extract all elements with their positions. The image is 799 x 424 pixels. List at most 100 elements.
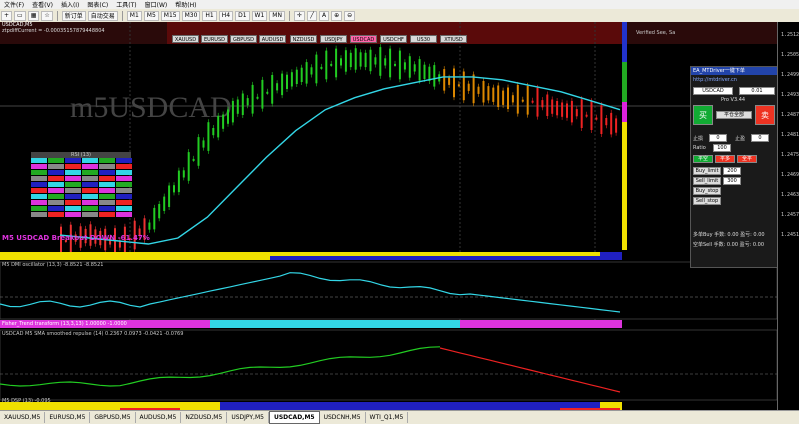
tf-m5[interactable]: M5 bbox=[143, 10, 159, 21]
buy-summary: 多单Buy 手数: 0.00 盈亏: 0.00 bbox=[693, 232, 765, 238]
tab-eurusd[interactable]: EURUSD,M5 bbox=[45, 412, 91, 423]
new-order-button[interactable]: 新订单 bbox=[61, 10, 86, 21]
fisher-cyan bbox=[210, 320, 460, 328]
crosshair-icon[interactable]: ✛ bbox=[293, 10, 305, 21]
tf-h1[interactable]: H1 bbox=[202, 10, 217, 21]
rsi-cell bbox=[82, 170, 98, 175]
chart-area[interactable]: m5USDCAD USDCAD,M5 ztpdiffCurrent = -0.0… bbox=[0, 22, 778, 410]
lot-field[interactable]: 0.01 bbox=[739, 87, 775, 95]
rsi-cell bbox=[31, 176, 47, 181]
rsi-cell bbox=[82, 206, 98, 211]
dmi-panel bbox=[0, 261, 777, 320]
menu-help[interactable]: 帮助(H) bbox=[171, 0, 200, 9]
symbol-button-xauusd[interactable]: XAUUSD bbox=[172, 35, 199, 43]
ratio-field[interactable]: 100 bbox=[713, 144, 731, 152]
sell-button[interactable]: 卖 bbox=[755, 105, 775, 125]
rsi-cell bbox=[48, 206, 64, 211]
menu-file[interactable]: 文件(F) bbox=[0, 0, 28, 9]
signal-bar-blue bbox=[622, 22, 627, 62]
rsi-cell bbox=[99, 212, 115, 217]
tab-gbpusd[interactable]: GBPUSD,M5 bbox=[90, 412, 136, 423]
rsi-table: RSI (13) bbox=[3, 152, 133, 242]
zoom-out-icon[interactable]: ⊖ bbox=[344, 10, 356, 21]
symbol-button-us30[interactable]: US30 bbox=[410, 35, 437, 43]
line-icon[interactable]: ╱ bbox=[307, 10, 317, 21]
close-all-button[interactable]: 平仓全部 bbox=[716, 111, 752, 119]
sl-field[interactable]: 0 bbox=[709, 134, 727, 142]
tf-mn[interactable]: MN bbox=[269, 10, 285, 21]
tf-h4[interactable]: H4 bbox=[218, 10, 234, 21]
signal-bar-green bbox=[622, 62, 627, 102]
symbol-button-eurusd[interactable]: EURUSD bbox=[201, 35, 228, 43]
rsi-cell bbox=[48, 170, 64, 175]
close-short-button[interactable]: 平空 bbox=[693, 155, 713, 163]
separator bbox=[121, 10, 123, 21]
rsi-cell bbox=[31, 212, 47, 217]
sell-stop-button[interactable]: Sell_stop bbox=[693, 197, 721, 205]
toolbar: + ▭ ▦ ☆ 新订单 自动交易 M1 M5 M15 M30 H1 H4 D1 … bbox=[0, 9, 799, 23]
sell-summary: 空单Sell 手数: 0.00 盈亏: 0.00 bbox=[693, 242, 765, 248]
tf-m30[interactable]: M30 bbox=[181, 10, 201, 21]
tp-field[interactable]: 0 bbox=[751, 134, 769, 142]
tab-usdcnh[interactable]: USDCNH,M5 bbox=[320, 412, 366, 423]
symbol-button-gbpusd[interactable]: GBPUSD bbox=[230, 35, 257, 43]
new-chart-icon[interactable]: + bbox=[1, 10, 13, 21]
tab-xauusd[interactable]: XAUUSD,M5 bbox=[0, 412, 46, 423]
symbol-button-nzdusd[interactable]: NZDUSD bbox=[290, 35, 317, 43]
sma-panel bbox=[0, 329, 777, 401]
buy-limit-field[interactable]: 200 bbox=[723, 167, 741, 175]
autotrade-button[interactable]: 自动交易 bbox=[87, 10, 118, 21]
rsi-cell bbox=[31, 182, 47, 187]
buy-stop-button[interactable]: Buy_stop bbox=[693, 187, 721, 195]
rsi-cell bbox=[116, 212, 132, 217]
menu-insert[interactable]: 插入(I) bbox=[57, 0, 83, 9]
ratio-label: Ratio bbox=[693, 145, 706, 151]
grid-icon[interactable]: ▦ bbox=[27, 10, 40, 21]
tab-usdcad[interactable]: USDCAD,M5 bbox=[268, 411, 320, 424]
rsi-cell bbox=[31, 194, 47, 199]
price-tick: 1.2487 bbox=[780, 112, 799, 118]
buy-limit-button[interactable]: Buy_limit bbox=[693, 167, 721, 175]
tab-nzdusd[interactable]: NZDUSD,M5 bbox=[181, 412, 228, 423]
chart-subtitle: ztpdiffCurrent = -0.00035157879448804 bbox=[2, 28, 105, 34]
rsi-cell bbox=[82, 212, 98, 217]
symbol-button-audusd[interactable]: AUDUSD bbox=[259, 35, 286, 43]
menu-window[interactable]: 窗口(W) bbox=[141, 0, 172, 9]
tab-audusd[interactable]: AUDUSD,M5 bbox=[136, 412, 182, 423]
tab-usdjpy[interactable]: USDJPY,M5 bbox=[227, 412, 269, 423]
panel-link[interactable]: http://mtdriver.cn bbox=[693, 77, 737, 83]
rsi-cell bbox=[116, 182, 132, 187]
rsi-cell bbox=[99, 164, 115, 169]
tf-m1[interactable]: M1 bbox=[126, 10, 142, 21]
rsi-cell bbox=[82, 164, 98, 169]
symbol-button-usdcad[interactable]: USDCAD bbox=[350, 35, 377, 43]
menu-tools[interactable]: 工具(T) bbox=[112, 0, 140, 9]
tab-wti[interactable]: WTI_Q1,M5 bbox=[366, 412, 409, 423]
star-icon[interactable]: ☆ bbox=[41, 10, 53, 21]
folder-icon[interactable]: ▭ bbox=[14, 10, 26, 21]
symbol-button-xtiusd[interactable]: XTIUSD bbox=[440, 35, 467, 43]
text-icon[interactable]: A bbox=[319, 10, 330, 21]
tf-w1[interactable]: W1 bbox=[251, 10, 268, 21]
menu-chart[interactable]: 图表(C) bbox=[83, 0, 112, 9]
trade-panel: EA_MTDriver一键下单 http://mtdriver.cn USDCA… bbox=[690, 66, 778, 268]
tf-d1[interactable]: D1 bbox=[235, 10, 250, 21]
rsi-cell bbox=[116, 194, 132, 199]
symbol-field[interactable]: USDCAD bbox=[693, 87, 733, 95]
symbol-button-usdjpy[interactable]: USDJPY bbox=[320, 35, 347, 43]
close-long-button[interactable]: 平多 bbox=[715, 155, 735, 163]
symbol-button-usdchf[interactable]: USDCHF bbox=[380, 35, 407, 43]
separator bbox=[288, 10, 290, 21]
menu-view[interactable]: 查看(V) bbox=[28, 0, 57, 9]
price-tick: 1.2451 bbox=[780, 232, 799, 238]
rsi-grid bbox=[31, 158, 132, 217]
rsi-cell bbox=[82, 158, 98, 163]
strip-blue bbox=[270, 256, 622, 260]
sell-limit-button[interactable]: Sell_limit bbox=[693, 177, 721, 185]
buy-button[interactable]: 买 bbox=[693, 105, 713, 125]
rsi-cell bbox=[116, 206, 132, 211]
close-all-small-button[interactable]: 全平 bbox=[737, 155, 757, 163]
zoom-in-icon[interactable]: ⊕ bbox=[331, 10, 343, 21]
tf-m15[interactable]: M15 bbox=[160, 10, 180, 21]
sell-limit-field[interactable]: 300 bbox=[723, 177, 741, 185]
